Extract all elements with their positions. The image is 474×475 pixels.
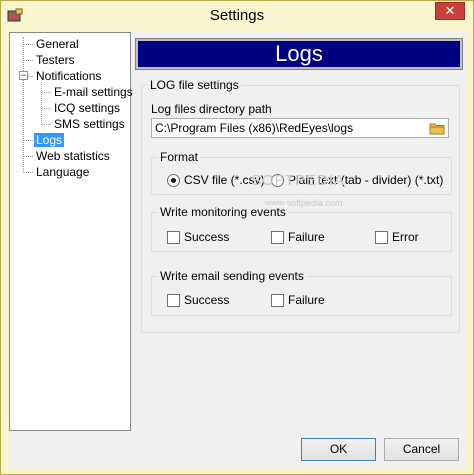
tree-item-label: ICQ settings — [54, 101, 121, 115]
group-title: Write monitoring events — [158, 205, 288, 219]
tree-item-general[interactable]: General — [34, 37, 81, 52]
tree-item-notifications[interactable]: Notifications — [34, 69, 103, 84]
panel-header: Logs — [135, 38, 463, 70]
email-success-label[interactable]: Success — [184, 293, 229, 307]
tree-item-web-statistics[interactable]: Web statistics — [34, 149, 112, 164]
monitoring-error-checkbox[interactable] — [375, 231, 388, 244]
tree-line — [41, 92, 51, 93]
email-failure-checkbox[interactable] — [271, 294, 284, 307]
collapse-icon[interactable]: − — [19, 71, 28, 80]
tree-line — [23, 172, 33, 173]
tree-line — [41, 108, 51, 109]
tree-item-email-settings[interactable]: E-mail settings — [52, 85, 135, 100]
group-title: LOG file settings — [148, 78, 241, 92]
log-directory-input[interactable]: C:\Program Files (x86)\RedEyes\logs — [151, 118, 449, 138]
monitoring-error-label[interactable]: Error — [392, 230, 419, 244]
tree-item-sms-settings[interactable]: SMS settings — [52, 117, 127, 132]
monitoring-success-label[interactable]: Success — [184, 230, 229, 244]
ok-button[interactable]: OK — [301, 438, 376, 461]
tree-item-testers[interactable]: Testers — [34, 53, 77, 68]
group-title: Format — [158, 150, 201, 164]
tree-item-label: SMS settings — [54, 117, 125, 131]
tree-item-label: General — [36, 37, 79, 51]
tree-line — [23, 60, 33, 61]
tree-line — [23, 140, 33, 141]
title-bar[interactable]: Settings ✕ — [1, 1, 473, 31]
dialog-client-area: General Testers − Notifications E-mail s… — [9, 32, 465, 468]
settings-tree[interactable]: General Testers − Notifications E-mail s… — [9, 32, 133, 431]
tree-item-language[interactable]: Language — [34, 165, 91, 180]
group-title: Write email sending events — [158, 269, 306, 283]
email-success-checkbox[interactable] — [167, 294, 180, 307]
tree-line — [41, 82, 42, 125]
tree-item-label: E-mail settings — [54, 85, 133, 99]
csv-radio[interactable] — [167, 174, 180, 187]
tree-line — [23, 156, 33, 157]
tree-item-label: Testers — [36, 53, 75, 67]
tree-item-label: Logs — [34, 133, 65, 147]
tree-item-label: Language — [36, 165, 90, 179]
tree-line — [28, 76, 33, 77]
email-failure-label[interactable]: Failure — [288, 293, 325, 307]
monitoring-failure-checkbox[interactable] — [271, 231, 284, 244]
monitoring-success-checkbox[interactable] — [167, 231, 180, 244]
settings-window: Settings ✕ General Testers − Notificatio… — [0, 0, 474, 475]
tree-item-icq-settings[interactable]: ICQ settings — [52, 101, 122, 116]
tree-line — [41, 124, 51, 125]
close-button[interactable]: ✕ — [435, 2, 465, 20]
window-title: Settings — [209, 7, 265, 24]
logs-panel: Logs LOG file settings Log files directo… — [135, 32, 465, 431]
tree-line — [23, 44, 33, 45]
tree-item-logs[interactable]: Logs — [34, 133, 65, 148]
cancel-button[interactable]: Cancel — [384, 438, 459, 461]
folder-icon[interactable] — [429, 121, 445, 135]
tree-line — [23, 37, 24, 173]
tree-item-label: Web statistics — [36, 149, 110, 163]
monitoring-failure-label[interactable]: Failure — [288, 230, 325, 244]
tree-item-label: Notifications — [36, 69, 102, 83]
directory-path-label: Log files directory path — [151, 102, 272, 116]
watermark-logo: SOFTPEDIA — [251, 172, 346, 189]
